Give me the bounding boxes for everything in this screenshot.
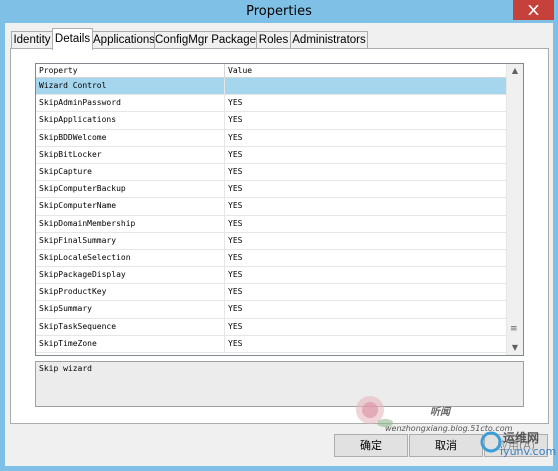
table-row[interactable]: SkipComputerBackup YES: [36, 181, 506, 199]
property-value[interactable]: YES: [228, 181, 242, 197]
property-name: SkipComputerName: [39, 201, 117, 211]
grid-header: Property Value: [36, 64, 506, 78]
ok-button[interactable]: 确定: [334, 434, 408, 457]
table-row[interactable]: SkipBDDWelcome YES: [36, 129, 506, 147]
property-name: SkipTaskSequence: [39, 321, 117, 331]
table-row[interactable]: SkipSummary YES: [36, 301, 506, 319]
table-row[interactable]: SkipPackageDisplay YES: [36, 267, 506, 285]
table-row[interactable]: SkipLocaleSelection YES: [36, 249, 506, 268]
property-name: SkipLocaleSelection: [39, 252, 131, 262]
table-row[interactable]: SkipComputerName YES: [36, 198, 506, 216]
property-value[interactable]: YES: [228, 95, 242, 111]
cell-divider: [224, 284, 225, 301]
window-title: Properties: [246, 4, 312, 19]
property-value[interactable]: YES: [228, 164, 242, 180]
cancel-button[interactable]: 取消: [409, 434, 483, 457]
property-value[interactable]: YES: [228, 301, 242, 317]
property-value[interactable]: YES: [228, 336, 242, 352]
scroll-thumb-grip-icon[interactable]: ≡: [510, 324, 518, 334]
cell-divider: [224, 163, 225, 181]
property-value[interactable]: YES: [228, 267, 242, 283]
tab-roles[interactable]: Roles: [256, 31, 291, 49]
cell-divider: [224, 301, 225, 318]
title-bar[interactable]: Properties: [0, 0, 558, 23]
property-value[interactable]: YES: [228, 198, 242, 214]
cell-divider: [224, 112, 225, 129]
property-value[interactable]: YES: [228, 233, 242, 249]
property-name: SkipApplications: [39, 115, 117, 125]
description-text: Skip wizard: [39, 364, 92, 373]
cell-divider: [224, 78, 225, 95]
property-value[interactable]: YES: [228, 130, 242, 146]
scroll-up-icon[interactable]: ▲: [507, 64, 523, 78]
property-name: SkipDomainMembership: [39, 218, 136, 228]
cell-divider: [224, 232, 225, 249]
property-value[interactable]: YES: [228, 147, 242, 163]
cell-divider: [224, 129, 225, 146]
tab-details[interactable]: Details: [52, 28, 93, 50]
cell-divider: [224, 215, 225, 232]
scroll-down-icon[interactable]: ▼: [507, 341, 523, 355]
header-value[interactable]: Value: [228, 64, 252, 77]
apply-button[interactable]: 应用(A): [484, 434, 548, 457]
property-name: Wizard Control: [39, 81, 107, 90]
property-name: SkipComputerBackup: [39, 184, 126, 194]
table-row[interactable]: SkipProductKey YES: [36, 284, 506, 302]
cell-divider: [224, 181, 225, 198]
table-row[interactable]: SkipTimeZone YES: [36, 335, 506, 353]
property-name: SkipCapture: [39, 166, 92, 176]
table-row[interactable]: SkipBitLocker YES: [36, 146, 506, 164]
cell-divider: [224, 95, 225, 112]
cell-divider: [224, 335, 225, 352]
property-name: SkipAdminPassword: [39, 98, 121, 108]
grid-rows: Wizard Control SkipAdminPassword YES SkipAp…: [36, 78, 506, 353]
cell-divider: [224, 146, 225, 163]
property-value[interactable]: YES: [228, 319, 242, 335]
property-name: SkipBDDWelcome: [39, 132, 107, 142]
table-row[interactable]: SkipTaskSequence YES: [36, 318, 506, 336]
details-panel: Property Value Wizard Control SkipAdminPa…: [10, 48, 549, 424]
cell-divider: [224, 249, 225, 267]
column-divider[interactable]: [224, 64, 225, 77]
property-grid: Property Value Wizard Control SkipAdminPa…: [35, 63, 524, 356]
cell-divider: [224, 267, 225, 284]
property-name: SkipProductKey: [39, 287, 107, 297]
tab-identity[interactable]: Identity: [11, 31, 53, 49]
property-value[interactable]: YES: [228, 216, 242, 232]
property-name: SkipTimeZone: [39, 338, 97, 348]
properties-window: Properties Identity Details Applications…: [0, 0, 558, 471]
tab-configmgr-packages[interactable]: ConfigMgr Packages: [154, 31, 262, 49]
property-value[interactable]: YES: [228, 112, 242, 128]
table-row[interactable]: SkipCapture YES: [36, 163, 506, 182]
property-name: SkipBitLocker: [39, 149, 102, 159]
tab-applications[interactable]: Applications: [92, 31, 155, 49]
header-property[interactable]: Property: [39, 64, 78, 77]
table-row[interactable]: SkipDomainMembership YES: [36, 215, 506, 233]
description-box: Skip wizard: [35, 361, 524, 407]
vertical-scrollbar[interactable]: ▲ ≡ ▼: [506, 64, 523, 355]
cell-divider: [224, 198, 225, 215]
category-row[interactable]: Wizard Control: [36, 78, 506, 96]
property-value[interactable]: YES: [228, 250, 242, 266]
table-row[interactable]: SkipFinalSummary YES: [36, 232, 506, 250]
property-name: SkipFinalSummary: [39, 235, 117, 245]
property-name: SkipSummary: [39, 304, 92, 314]
cell-divider: [224, 318, 225, 335]
property-value[interactable]: YES: [228, 284, 242, 300]
close-button[interactable]: [513, 0, 554, 20]
close-icon: [528, 5, 539, 15]
table-row[interactable]: SkipApplications YES: [36, 112, 506, 130]
tab-administrators[interactable]: Administrators: [290, 31, 368, 49]
dialog-client: Identity Details Applications ConfigMgr …: [5, 23, 553, 466]
table-row[interactable]: SkipAdminPassword YES: [36, 95, 506, 113]
property-name: SkipPackageDisplay: [39, 270, 126, 280]
